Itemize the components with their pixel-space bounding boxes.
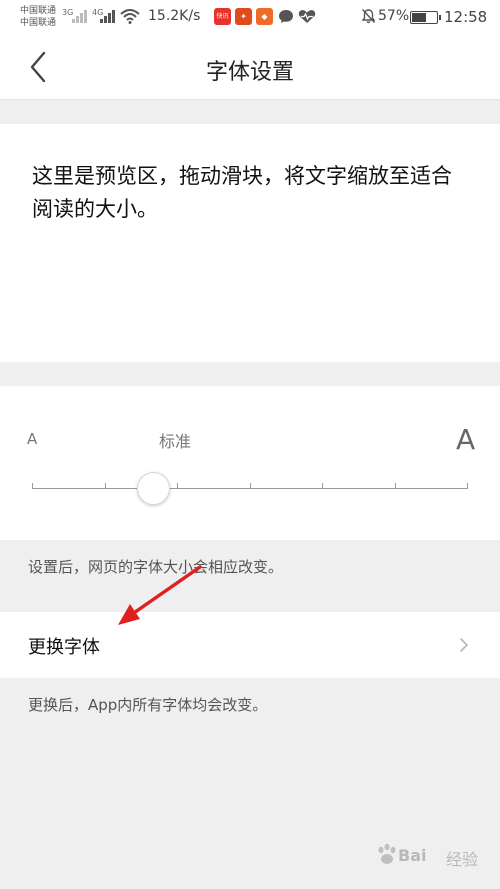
preview-area: 这里是预览区，拖动滑块，将文字缩放至适合阅读的大小。 (0, 124, 500, 362)
paw-logo-icon (378, 843, 396, 864)
bell-muted-icon (361, 9, 376, 24)
status-bar: 中国联通 中国联通 3G 4G 15.2K/s 快讯 ✦ ◆ 57% 12:58 (0, 0, 500, 36)
net-speed: 15.2K/s (148, 8, 201, 24)
small-font-label: A (27, 430, 38, 448)
signal-2-icon (100, 9, 118, 23)
app-notification-icon: ◆ (256, 8, 273, 25)
preview-text: 这里是预览区，拖动滑块，将文字缩放至适合阅读的大小。 (32, 164, 452, 221)
health-heart-icon (298, 10, 316, 23)
wifi-icon (120, 9, 140, 24)
battery-fill (412, 13, 426, 22)
change-font-row[interactable]: 更换字体 (0, 612, 500, 678)
page-title: 字体设置 (205, 60, 294, 85)
watermark-suffix: 经验 (446, 850, 479, 869)
carrier-2: 中国联通 (20, 18, 57, 28)
watermark-brand: Bai (398, 846, 427, 865)
slider-tick (322, 483, 323, 489)
message-icon (279, 10, 293, 23)
battery-icon (410, 11, 441, 24)
current-size-label: 标准 (159, 432, 192, 451)
clock: 12:58 (444, 8, 488, 26)
app-notification-icon: 快讯 (214, 8, 231, 25)
slider-tick (249, 483, 251, 489)
slider-tick (394, 483, 396, 489)
font-size-card: A 标准 A (0, 386, 500, 540)
slider-tick (177, 483, 178, 489)
slider-tick (32, 483, 33, 489)
change-font-label: 更换字体 (28, 637, 100, 658)
font-size-slider-handle[interactable] (137, 472, 170, 505)
battery-percent: 57% (378, 8, 410, 24)
signal-1-icon (72, 9, 90, 23)
carrier-1: 中国联通 (20, 6, 57, 16)
slider-tick (104, 483, 106, 489)
large-font-label: A (456, 423, 476, 456)
font-note: 更换后，App内所有字体均会改变。 (28, 696, 268, 714)
watermark: Bai 经验 (370, 838, 490, 878)
app-header: 字体设置 (0, 36, 500, 100)
size-note: 设置后，网页的字体大小会相应改变。 (28, 558, 284, 576)
carrier-labels: 中国联通 中国联通 (20, 5, 56, 29)
app-notification-icon: ✦ (235, 8, 252, 25)
slider-tick (467, 483, 468, 489)
chevron-right-icon (460, 638, 469, 652)
